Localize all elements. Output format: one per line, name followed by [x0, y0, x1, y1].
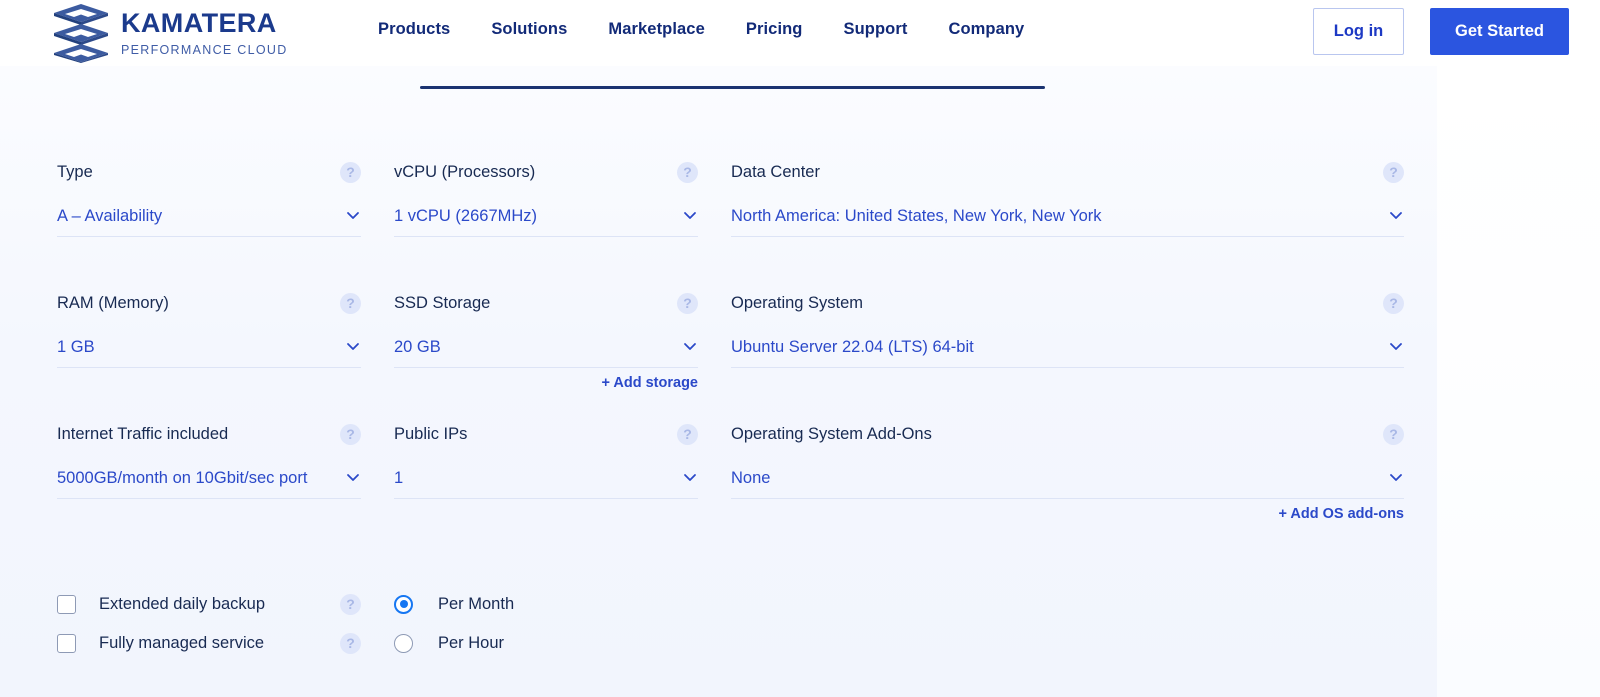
field-ssd-storage-head: SSD Storage ? [394, 291, 698, 315]
field-ssd-storage-label: SSD Storage [394, 294, 491, 312]
field-data-center-label: Data Center [731, 163, 820, 181]
select-vcpu[interactable]: 1 vCPU (2667MHz) [394, 201, 698, 237]
select-operating-system[interactable]: Ubuntu Server 22.04 (LTS) 64-bit [731, 332, 1404, 368]
chevron-down-icon [345, 469, 361, 485]
chevron-down-icon [1388, 207, 1404, 223]
logo-title: KAMATERA [121, 7, 277, 38]
select-ram-value: 1 GB [57, 338, 95, 356]
radio-row-per-hour: Per Hour [394, 630, 504, 656]
nav-item-company[interactable]: Company [948, 20, 1024, 39]
site-logo[interactable]: KAMATERA PERFORMANCE CLOUD [52, 3, 288, 63]
field-operating-system-label: Operating System [731, 294, 864, 312]
help-icon-data-center[interactable]: ? [1383, 162, 1404, 183]
select-ram[interactable]: 1 GB [57, 332, 361, 368]
help-icon-fully-managed-service[interactable]: ? [340, 633, 361, 654]
nav-item-solutions[interactable]: Solutions [491, 20, 567, 39]
select-internet-traffic[interactable]: 5000GB/month on 10Gbit/sec port [57, 463, 361, 499]
field-type-label: Type [57, 163, 93, 181]
chevron-down-icon [345, 338, 361, 354]
field-os-addons: Operating System Add-Ons ? None + Add OS… [731, 422, 1404, 522]
nav-item-marketplace[interactable]: Marketplace [608, 20, 704, 39]
field-internet-traffic: Internet Traffic included ? 5000GB/month… [57, 422, 361, 499]
radio-per-hour[interactable] [394, 633, 413, 653]
nav-item-pricing[interactable]: Pricing [746, 20, 803, 39]
chevron-down-icon [345, 207, 361, 223]
main-navigation: Products Solutions Marketplace Pricing S… [378, 20, 1024, 39]
help-icon-ram[interactable]: ? [340, 293, 361, 314]
radio-row-per-month: Per Month [394, 591, 514, 617]
checkbox-label-fully-managed-service: Fully managed service [99, 633, 265, 652]
field-operating-system-head: Operating System ? [731, 291, 1404, 315]
select-public-ips-value: 1 [394, 469, 404, 487]
nav-item-products[interactable]: Products [378, 20, 450, 39]
help-icon-extended-daily-backup[interactable]: ? [340, 594, 361, 615]
site-header: KAMATERA PERFORMANCE CLOUD Products Solu… [0, 0, 1600, 66]
field-public-ips-head: Public IPs ? [394, 422, 698, 446]
field-vcpu-head: vCPU (Processors) ? [394, 160, 698, 184]
field-public-ips-label: Public IPs [394, 425, 468, 443]
field-ssd-storage: SSD Storage ? 20 GB + Add storage [394, 291, 698, 391]
select-type[interactable]: A – Availability [57, 201, 361, 237]
logo-text-block: KAMATERA PERFORMANCE CLOUD [121, 7, 288, 57]
radio-per-month[interactable] [394, 594, 413, 614]
help-icon-internet-traffic[interactable]: ? [340, 424, 361, 445]
radio-label-per-month: Per Month [438, 594, 515, 613]
select-ssd-storage[interactable]: 20 GB [394, 332, 698, 368]
field-os-addons-head: Operating System Add-Ons ? [731, 422, 1404, 446]
chevron-down-icon [682, 338, 698, 354]
get-started-button[interactable]: Get Started [1430, 8, 1569, 55]
kamatera-logo-icon [54, 4, 108, 63]
select-vcpu-value: 1 vCPU (2667MHz) [394, 207, 538, 225]
select-public-ips[interactable]: 1 [394, 463, 698, 499]
checkbox-extended-daily-backup[interactable] [57, 594, 76, 614]
field-internet-traffic-head: Internet Traffic included ? [57, 422, 361, 446]
field-vcpu: vCPU (Processors) ? 1 vCPU (2667MHz) [394, 160, 698, 237]
select-internet-traffic-value: 5000GB/month on 10Gbit/sec port [57, 469, 308, 487]
help-icon-public-ips[interactable]: ? [677, 424, 698, 445]
field-ram-label: RAM (Memory) [57, 294, 169, 312]
radio-label-per-hour: Per Hour [438, 633, 505, 652]
help-icon-vcpu[interactable]: ? [677, 162, 698, 183]
login-button[interactable]: Log in [1313, 8, 1404, 55]
select-ssd-storage-value: 20 GB [394, 338, 441, 356]
checkbox-fully-managed-service[interactable] [57, 633, 76, 653]
chevron-down-icon [1388, 338, 1404, 354]
server-configurator: Type ? A – Availability vCPU (Processors… [0, 66, 1437, 697]
select-os-addons[interactable]: None [731, 463, 1404, 499]
add-os-addons-link[interactable]: + Add OS add-ons [1278, 506, 1404, 522]
select-data-center[interactable]: North America: United States, New York, … [731, 201, 1404, 237]
select-operating-system-value: Ubuntu Server 22.04 (LTS) 64-bit [731, 338, 974, 356]
chevron-down-icon [682, 207, 698, 223]
checkbox-row-fully-managed-service: Fully managed service ? [57, 630, 361, 656]
checkbox-label-extended-daily-backup: Extended daily backup [99, 594, 266, 613]
help-icon-ssd-storage[interactable]: ? [677, 293, 698, 314]
checkbox-row-extended-daily-backup: Extended daily backup ? [57, 591, 361, 617]
help-icon-type[interactable]: ? [340, 162, 361, 183]
field-internet-traffic-label: Internet Traffic included [57, 425, 229, 443]
field-data-center-head: Data Center ? [731, 160, 1404, 184]
page-root: KAMATERA PERFORMANCE CLOUD Products Solu… [0, 0, 1600, 697]
field-operating-system: Operating System ? Ubuntu Server 22.04 (… [731, 291, 1404, 368]
field-ram-head: RAM (Memory) ? [57, 291, 361, 315]
select-data-center-value: North America: United States, New York, … [731, 207, 1102, 225]
help-icon-os-addons[interactable]: ? [1383, 424, 1404, 445]
field-type: Type ? A – Availability [57, 160, 361, 237]
panel-top-edge [420, 86, 1045, 89]
field-vcpu-label: vCPU (Processors) [394, 163, 536, 181]
select-os-addons-value: None [731, 469, 771, 487]
field-type-head: Type ? [57, 160, 361, 184]
chevron-down-icon [682, 469, 698, 485]
field-ram: RAM (Memory) ? 1 GB [57, 291, 361, 368]
field-public-ips: Public IPs ? 1 [394, 422, 698, 499]
add-storage-link[interactable]: + Add storage [601, 375, 698, 391]
logo-subtitle: PERFORMANCE CLOUD [121, 42, 288, 57]
field-os-addons-label: Operating System Add-Ons [731, 425, 932, 443]
chevron-down-icon [1388, 469, 1404, 485]
nav-item-support[interactable]: Support [844, 20, 908, 39]
field-data-center: Data Center ? North America: United Stat… [731, 160, 1404, 237]
page-right-gutter [1437, 66, 1600, 697]
select-type-value: A – Availability [57, 207, 163, 225]
help-icon-operating-system[interactable]: ? [1383, 293, 1404, 314]
